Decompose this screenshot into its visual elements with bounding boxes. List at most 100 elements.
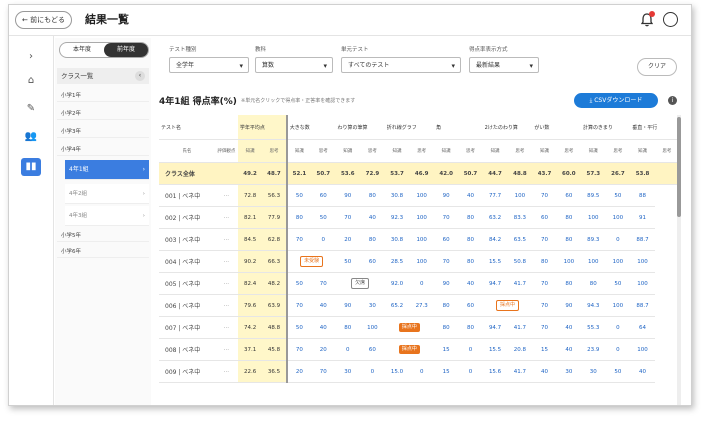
more-options-icon[interactable]: ⋯ [214, 206, 238, 229]
score-cell: 48.8 [262, 316, 288, 339]
tab-this-year[interactable]: 本年度 [60, 43, 104, 57]
user-account-icon[interactable] [663, 12, 678, 27]
score-cell: 36.5 [262, 360, 288, 383]
notification-bell-icon[interactable] [640, 11, 655, 27]
table-header-row: テスト名 学年平均点 大きな数 わり算の筆算 折れ線グラフ角 2けたのわり算 がい数 計算のき… [159, 115, 679, 140]
score-cell: 40 [556, 338, 581, 361]
score-cell: 80 [580, 272, 606, 295]
sidebar-item-grade1[interactable]: 小学1年 [57, 90, 149, 102]
table-row[interactable]: 002 | ベネ中 ⋯ 82.1 77.9 80 50 70 40 92.3 100 70 80 63.… [159, 206, 679, 229]
test-type-select[interactable]: 全学年 ▾ [169, 57, 249, 73]
csv-download-button[interactable]: ⤓ CSVダウンロード [574, 93, 658, 108]
column-header[interactable]: わり算の筆算 [335, 115, 385, 140]
back-button[interactable]: ← 前にもどる [15, 11, 72, 29]
edit-document-icon[interactable]: ✎ [21, 100, 41, 118]
table-row[interactable]: 009 | ベネ中 ⋯ 22.6 36.5 20 70 30 0 15.0 0 15 0 15.6 41.… [159, 360, 679, 383]
table-row[interactable]: 007 | ベネ中 ⋯ 74.2 48.8 50 40 80 100 採点中 80 80 94.7 41… [159, 316, 679, 339]
score-cell: 63.9 [262, 294, 288, 317]
sidebar-item-grade5[interactable]: 小学5年 [57, 230, 149, 242]
total-cell: 53.8 [630, 162, 655, 185]
sidebar-item-class-4-1[interactable]: 4年1組 › [65, 160, 149, 180]
score-cell: 採点中 [482, 294, 533, 317]
sidebar-item-grade3[interactable]: 小学3年 [57, 126, 149, 138]
sidebar-item-class-4-3[interactable]: 4年3組 › [65, 206, 149, 226]
more-options-icon[interactable]: ⋯ [214, 228, 238, 251]
subheader-cell: 思考 [654, 139, 679, 163]
column-header[interactable]: 垂直・平行 [630, 115, 679, 140]
users-icon[interactable]: 👥 [21, 128, 41, 146]
column-header[interactable]: 折れ線グラフ [384, 115, 435, 140]
score-cell: 80 [434, 316, 459, 339]
tab-last-year[interactable]: 前年度 [104, 43, 148, 57]
column-header[interactable]: 大きな数 [286, 115, 336, 140]
home-icon[interactable]: ⌂ [21, 72, 41, 90]
score-cell: 15.6 [482, 360, 508, 383]
info-icon[interactable]: i [668, 96, 677, 105]
score-cell: 70 [311, 272, 336, 295]
score-cell: 80 [360, 228, 385, 251]
score-cell: 40 [630, 360, 655, 383]
score-cell: 23.9 [580, 338, 606, 361]
score-cell: 92.3 [384, 206, 410, 229]
score-cell: 90 [335, 294, 361, 317]
chevron-left-icon[interactable]: ‹ [135, 71, 145, 81]
score-cell: 80 [434, 294, 459, 317]
score-cell: 80 [556, 228, 581, 251]
score-cell: 0 [605, 316, 631, 339]
status-badge: 採点中 [495, 300, 519, 311]
more-options-icon[interactable]: ⋯ [214, 338, 238, 361]
score-cell: 20 [335, 228, 361, 251]
total-cell: 50.7 [458, 162, 483, 185]
more-options-icon[interactable]: ⋯ [214, 360, 238, 383]
unit-test-select[interactable]: すべてのテスト ▾ [341, 57, 461, 73]
score-cell: 70 [532, 294, 557, 317]
score-cell: 40 [360, 206, 385, 229]
sidebar-item-grade6[interactable]: 小学6年 [57, 246, 149, 258]
table-row[interactable]: 005 | ベネ中 ⋯ 82.4 48.2 50 70 欠席 92.0 0 90 40 94.7 41.… [159, 272, 679, 295]
table-row[interactable]: 003 | ベネ中 ⋯ 84.5 62.8 70 0 20 80 30.8 100 60 80 84.2… [159, 228, 679, 251]
display-mode-select[interactable]: 最新結果 ▾ [469, 57, 539, 73]
score-cell: 80 [458, 316, 483, 339]
score-cell: 採点中 [384, 338, 435, 361]
column-header[interactable]: 2けたのわり算 [482, 115, 533, 140]
column-header[interactable]: 角 [434, 115, 483, 140]
total-cell: 44.7 [482, 162, 508, 185]
score-cell: 15 [434, 338, 459, 361]
score-cell: 0 [458, 360, 483, 383]
table-row[interactable]: 008 | ベネ中 ⋯ 37.1 45.8 70 20 0 60 採点中 15 0 15.5 20.8 1… [159, 338, 679, 361]
table-row[interactable]: 004 | ベネ中 ⋯ 90.2 66.3 未受験 50 60 28.5 100 70 80 15.5… [159, 250, 679, 273]
score-cell: 80 [556, 206, 581, 229]
sidebar-item-grade2[interactable]: 小学2年 [57, 108, 149, 120]
score-cell: 40 [556, 316, 581, 339]
student-name: 001 | ベネ中 [159, 184, 215, 207]
class-list-label: クラス一覧 [61, 72, 94, 80]
column-header[interactable]: がい数 [532, 115, 581, 140]
score-cell: 70 [434, 206, 459, 229]
more-options-icon[interactable]: ⋯ [214, 184, 238, 207]
score-cell: 80 [458, 250, 483, 273]
subject-select[interactable]: 算数 ▾ [255, 57, 333, 73]
total-cell: 48.7 [262, 162, 288, 185]
table-row[interactable]: 006 | ベネ中 ⋯ 79.6 63.9 70 40 90 30 65.2 27.3 80 60 採点… [159, 294, 679, 317]
score-cell: 100 [630, 338, 655, 361]
table-row[interactable]: 001 | ベネ中 ⋯ 72.8 56.3 50 60 90 80 30.8 100 90 40 77.… [159, 184, 679, 207]
bar-chart-icon[interactable]: ▮▮ [21, 158, 41, 176]
vertical-scrollbar[interactable] [677, 115, 681, 405]
caret-down-icon: ▾ [239, 62, 243, 70]
score-cell: 50.8 [507, 250, 533, 273]
collapse-chevron-icon[interactable]: › [21, 48, 41, 66]
score-cell: 100 [556, 250, 581, 273]
scrollbar-thumb[interactable] [677, 117, 681, 217]
score-cell: 20 [286, 360, 312, 383]
clear-button[interactable]: クリア [637, 58, 677, 76]
sidebar-item-grade4[interactable]: 小学4年 [57, 144, 149, 156]
more-options-icon[interactable]: ⋯ [214, 316, 238, 339]
eval-header: 評価観点 [214, 139, 238, 163]
score-cell: 70 [286, 338, 312, 361]
more-options-icon[interactable]: ⋯ [214, 250, 238, 273]
more-options-icon[interactable]: ⋯ [214, 294, 238, 317]
sidebar-item-class-4-2[interactable]: 4年2組 › [65, 184, 149, 204]
column-header[interactable]: 計算のきまり [580, 115, 631, 140]
score-cell: 採点中 [384, 316, 435, 339]
more-options-icon[interactable]: ⋯ [214, 272, 238, 295]
